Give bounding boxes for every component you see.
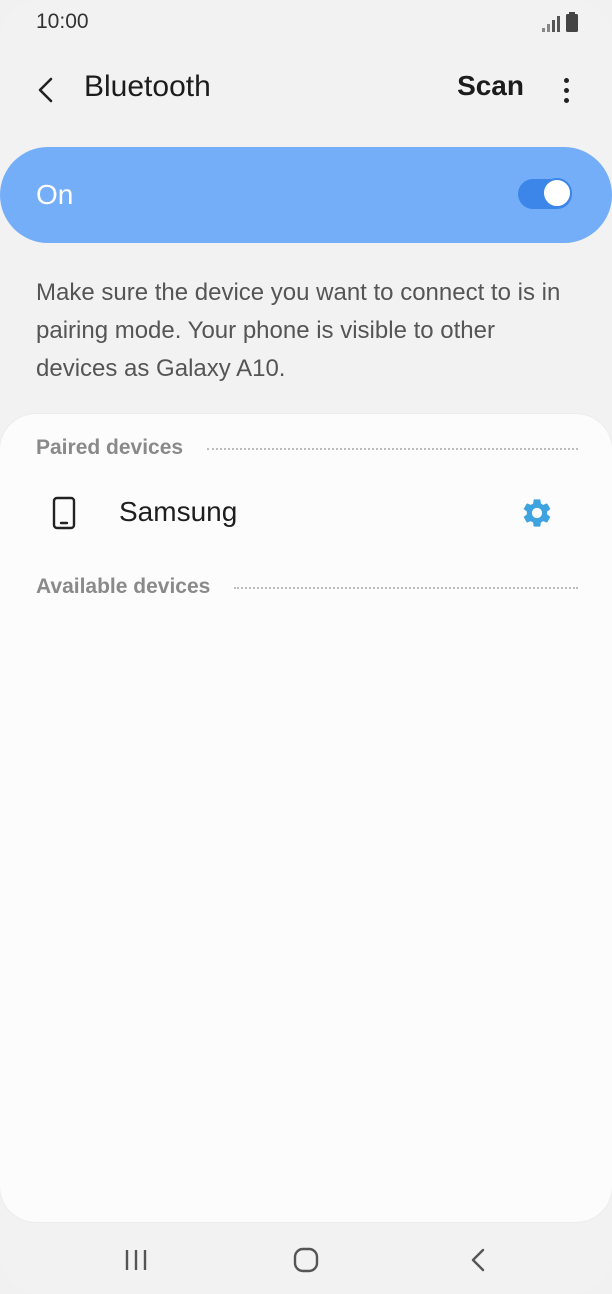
available-devices-header: Available devices [36,575,578,599]
phone-icon [52,496,76,530]
paired-devices-header: Paired devices [36,436,578,460]
available-devices-title: Available devices [36,575,211,598]
switch-knob [542,178,572,208]
bluetooth-toggle-bar[interactable]: On [0,147,612,243]
home-button[interactable] [284,1240,328,1280]
home-icon [293,1247,319,1273]
devices-card: Paired devices Samsung Available devices [0,414,612,1222]
paired-device-row[interactable]: Samsung [0,474,612,556]
system-back-button[interactable] [456,1240,500,1280]
status-bar: 10:00 [0,0,612,46]
more-vertical-icon [563,77,569,83]
section-divider [234,587,578,589]
gear-icon[interactable] [520,496,554,530]
recents-button[interactable] [114,1240,158,1280]
pairing-info-text: Make sure the device you want to connect… [36,279,561,382]
app-bar: Bluetooth Scan [0,56,612,122]
bluetooth-toggle-label: On [36,179,74,210]
paired-devices-title: Paired devices [36,436,184,459]
status-time: 10:00 [36,10,89,33]
recents-icon [125,1250,147,1270]
section-divider [207,448,578,450]
back-button[interactable] [24,68,68,112]
more-vertical-icon [563,97,569,103]
bluetooth-switch[interactable] [518,178,572,209]
chevron-left-icon [38,77,53,103]
page-title: Bluetooth [84,70,211,103]
device-name: Samsung [119,496,238,527]
phone-screen: 10:00 Bluetooth Scan On Make sure the de… [0,0,612,1294]
battery-icon [566,12,578,32]
more-vertical-icon [563,87,569,93]
back-icon [471,1248,485,1272]
signal-icon [542,16,560,32]
more-options-button[interactable] [550,68,582,112]
navigation-bar [0,1226,612,1294]
status-icons [542,12,578,32]
scan-button[interactable]: Scan [457,70,524,102]
